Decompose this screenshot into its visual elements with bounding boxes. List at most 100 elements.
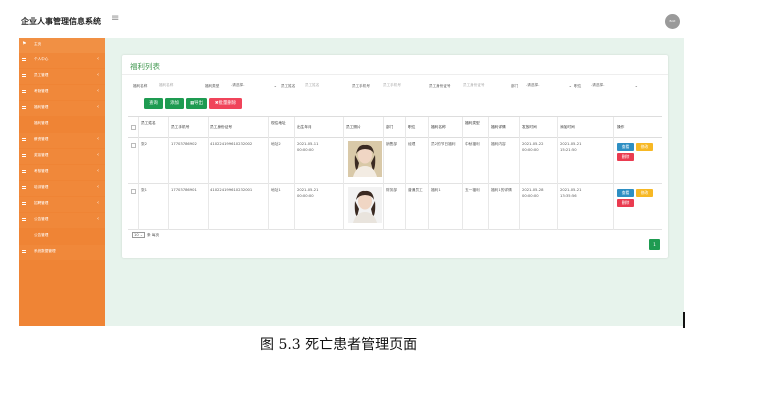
- top-header: 企业人事管理信息系统 ≡ Bolt: [0, 0, 769, 38]
- cell-birth: 2021-05-21 00:00:00: [297, 188, 319, 198]
- column-divider: [613, 117, 614, 139]
- select-all-checkbox[interactable]: [131, 125, 136, 130]
- sidebar-item[interactable]: 公告管理: [19, 229, 105, 244]
- column-header: 发放时间: [522, 125, 537, 129]
- sidebar: ⚑ 主页 个人中心 ‹ 员工管理 ‹ 考勤管理 ‹ 福利管理 ‹ 福利管理 薪资管理 ‹ 奖惩管理 ‹ 考核管…: [19, 38, 105, 326]
- cell-address: 地址2: [271, 142, 281, 146]
- column-divider: [168, 138, 169, 184]
- divider: [122, 74, 668, 75]
- sidebar-item-label: 员工管理: [34, 73, 49, 77]
- department-select[interactable]: -请选择- ⌄: [526, 83, 572, 90]
- cell-issue-time: 2021-05-22 00:00:00: [522, 142, 544, 152]
- sidebar-item[interactable]: 考核管理 ‹: [19, 165, 105, 180]
- column-header: 员工手机号: [171, 125, 190, 129]
- column-divider: [208, 117, 209, 139]
- column-divider: [557, 117, 558, 139]
- cell-dept: 财务部: [386, 188, 398, 192]
- cell-dept: 销售部: [386, 142, 398, 146]
- sidebar-item-label: 招聘管理: [34, 201, 49, 205]
- column-divider: [557, 184, 558, 230]
- sidebar-item-label: 系统数据管理: [34, 249, 56, 253]
- cell-phone: 17703786901: [171, 188, 197, 192]
- welfare-name-input[interactable]: 福利名称: [159, 83, 203, 90]
- sidebar-item[interactable]: 员工管理 ‹: [19, 69, 105, 84]
- column-divider: [268, 184, 269, 230]
- chevron-left-icon: ‹: [97, 104, 99, 110]
- sidebar-item-label: 主页: [34, 42, 42, 46]
- sidebar-item[interactable]: 培训管理 ‹: [19, 181, 105, 196]
- batch-delete-button[interactable]: ✖批量删除: [209, 98, 242, 109]
- page-size-suffix: 条 每页: [146, 233, 160, 237]
- edit-button[interactable]: 修改: [636, 143, 653, 151]
- edit-button[interactable]: 修改: [636, 189, 653, 197]
- column-divider: [138, 184, 139, 230]
- avatar[interactable]: Bolt: [665, 14, 680, 29]
- text-cursor: [683, 312, 685, 328]
- sidebar-item[interactable]: 系统数据管理: [19, 245, 105, 260]
- employee-name-input[interactable]: 员工姓名: [305, 83, 349, 90]
- list-icon: [22, 202, 26, 205]
- hamburger-icon[interactable]: ≡: [111, 13, 119, 24]
- chevron-left-icon: ‹: [97, 136, 99, 142]
- column-divider: [428, 117, 429, 139]
- column-divider: [168, 184, 169, 230]
- sidebar-item[interactable]: 公告管理 ‹: [19, 213, 105, 228]
- list-icon: [22, 74, 26, 77]
- column-divider: [405, 117, 406, 139]
- list-icon: [22, 186, 26, 189]
- sidebar-item[interactable]: 个人中心 ‹: [19, 53, 105, 68]
- sidebar-item-label: 福利管理: [34, 121, 49, 125]
- cell-address: 地址1: [271, 188, 281, 192]
- filter-label-department: 部门: [511, 84, 519, 88]
- sidebar-item-label: 奖惩管理: [34, 153, 49, 157]
- column-header: 现住地址: [271, 121, 286, 125]
- column-divider: [294, 117, 295, 139]
- delete-button[interactable]: 删除: [617, 199, 634, 207]
- position-select[interactable]: -请选择- ⌄: [591, 83, 638, 90]
- sidebar-item[interactable]: 福利管理 ‹: [19, 101, 105, 116]
- sidebar-item[interactable]: ⚑ 主页: [19, 38, 105, 53]
- row-checkbox[interactable]: [131, 143, 136, 148]
- pagination-current-page[interactable]: 1: [649, 239, 660, 250]
- list-icon: [22, 250, 26, 253]
- welfare-type-select[interactable]: -请选择- ⌄: [231, 83, 277, 90]
- sidebar-item[interactable]: 薪资管理 ‹: [19, 133, 105, 148]
- sidebar-item[interactable]: 福利管理: [19, 117, 105, 132]
- filter-bar: 福利名称 福利名称 福利类型 -请选择- ⌄ 员工姓名 员工姓名 员工手机号 员工…: [133, 83, 663, 93]
- column-divider: [294, 138, 295, 184]
- sidebar-item[interactable]: 考勤管理 ‹: [19, 85, 105, 100]
- column-divider: [488, 184, 489, 230]
- sidebar-item-label: 公告管理: [34, 217, 49, 221]
- list-icon: [22, 170, 26, 173]
- search-button[interactable]: 查询: [144, 98, 163, 109]
- phone-input[interactable]: 员工手机号: [383, 83, 429, 90]
- column-divider: [557, 138, 558, 184]
- column-divider: [519, 184, 520, 230]
- sidebar-item[interactable]: 奖惩管理 ‹: [19, 149, 105, 164]
- row-checkbox[interactable]: [131, 189, 136, 194]
- column-divider: [613, 184, 614, 230]
- list-icon: [22, 154, 26, 157]
- view-button[interactable]: 查看: [617, 189, 634, 197]
- cell-position: 普通员工: [408, 188, 423, 192]
- view-button[interactable]: 查看: [617, 143, 634, 151]
- sidebar-item-label: 考勤管理: [34, 89, 49, 93]
- column-header: 员工姓名: [141, 121, 156, 125]
- column-divider: [428, 138, 429, 184]
- chevron-left-icon: ‹: [97, 216, 99, 222]
- idcard-input[interactable]: 员工身份证号: [463, 83, 509, 90]
- sidebar-item[interactable]: 招聘管理 ‹: [19, 197, 105, 212]
- export-button[interactable]: ▦导出: [186, 98, 207, 109]
- chevron-left-icon: ‹: [97, 88, 99, 94]
- cell-position: 经理: [408, 142, 416, 146]
- add-button[interactable]: 添加: [165, 98, 184, 109]
- column-divider: [405, 184, 406, 230]
- table-row: 张1 17703786901 410224199610232001 地址1 2021-0…: [128, 184, 662, 230]
- delete-button[interactable]: 删除: [617, 153, 634, 161]
- column-header: 福利类型: [465, 121, 480, 125]
- employee-photo: [348, 187, 382, 223]
- chevron-left-icon: ‹: [97, 200, 99, 206]
- page-size-select[interactable]: 10 ⌄: [132, 232, 145, 238]
- column-divider: [383, 138, 384, 184]
- filter-label-welfare-type: 福利类型: [205, 84, 220, 88]
